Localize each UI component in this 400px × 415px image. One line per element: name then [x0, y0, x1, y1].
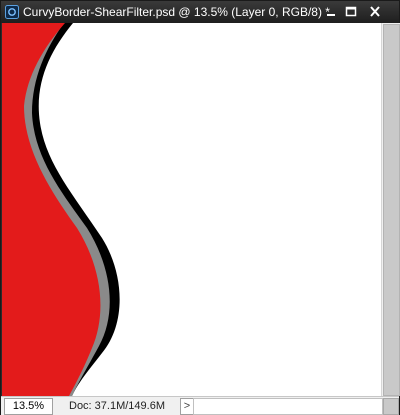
document-window: CurvyBorder-ShearFilter.psd @ 13.5% (Lay…: [0, 0, 400, 415]
minimize-button[interactable]: [321, 4, 341, 20]
vertical-scrollbar[interactable]: [381, 23, 400, 396]
window-title: CurvyBorder-ShearFilter.psd @ 13.5% (Lay…: [23, 5, 330, 19]
title-bar[interactable]: CurvyBorder-ShearFilter.psd @ 13.5% (Lay…: [1, 1, 399, 23]
status-bar: 13.5% Doc: 37.1M/149.6M >: [1, 396, 399, 415]
zoom-level-field[interactable]: 13.5%: [4, 398, 53, 415]
document-canvas[interactable]: [2, 23, 381, 396]
horizontal-scrollbar[interactable]: [193, 398, 383, 415]
close-icon: [370, 6, 380, 17]
document-size-info: Doc: 37.1M/149.6M: [69, 400, 165, 412]
close-button[interactable]: [365, 4, 385, 20]
minimize-icon: [327, 14, 335, 16]
status-menu-arrow[interactable]: >: [180, 398, 194, 415]
maximize-button[interactable]: [341, 4, 361, 20]
photoshop-icon: [5, 5, 19, 19]
scrollbar-corner: [383, 398, 399, 415]
maximize-icon: [345, 6, 357, 17]
vertical-scroll-thumb[interactable]: [383, 24, 400, 396]
